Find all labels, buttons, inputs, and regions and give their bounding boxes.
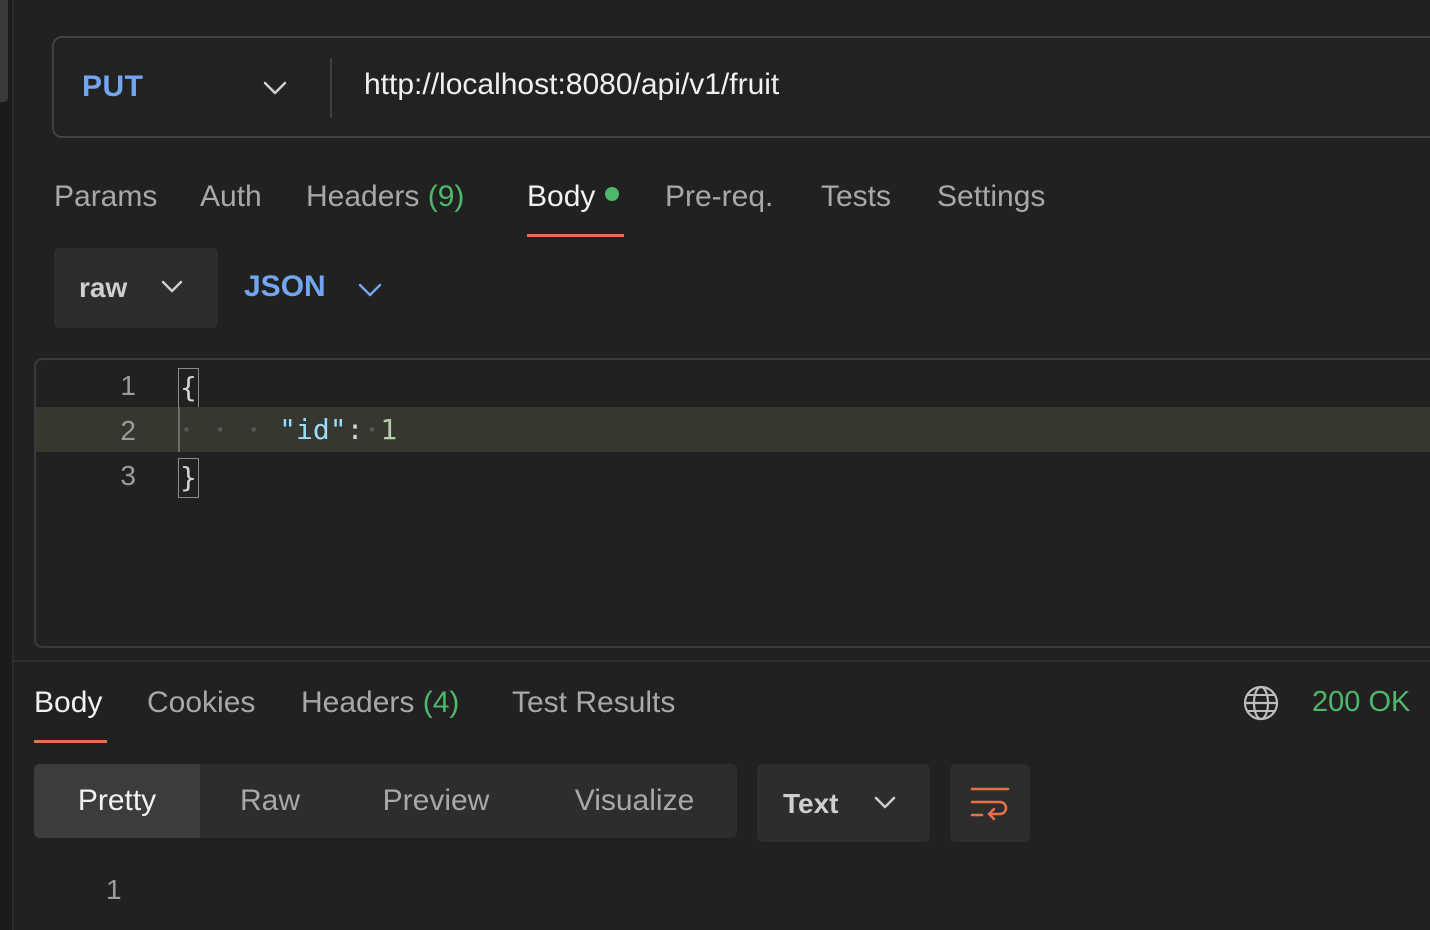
method-select[interactable]: PUT [82,70,144,104]
space-marker: · [363,413,381,446]
tab-body[interactable]: Body [527,180,620,214]
body-code-editor[interactable]: 1 { 2 · · · "id":·1 3 } [34,358,1430,648]
view-raw-button[interactable]: Raw [200,764,340,838]
tab-label: Body [34,686,103,719]
view-pretty-button[interactable]: Pretty [34,764,200,838]
chevron-down-icon[interactable] [357,280,383,300]
line-code: } [178,458,199,498]
tab-params[interactable]: Params [54,180,157,214]
tab-label: Headers [306,180,420,213]
chevron-down-icon [874,796,896,809]
url-input[interactable]: http://localhost:8080/api/v1/fruit [364,68,779,102]
json-value: 1 [380,413,398,446]
body-mode-select[interactable]: raw [54,248,218,328]
line-code: · · · "id":·1 [178,413,397,446]
active-tab-underline [527,234,624,237]
editor-line: 3 } [36,452,1430,498]
tab-label: Settings [937,180,1046,213]
tab-headers[interactable]: Headers (9) [306,180,464,214]
globe-icon[interactable] [1242,684,1280,722]
headers-count: (4) [422,686,460,719]
view-preview-button[interactable]: Preview [340,764,532,838]
url-divider [330,58,332,118]
headers-count: (9) [427,180,465,213]
body-language-select[interactable]: JSON [244,270,326,304]
tab-label: Auth [200,180,262,213]
response-tab-headers[interactable]: Headers (4) [301,686,459,720]
tab-tests[interactable]: Tests [821,180,891,214]
tab-label: Test Results [512,686,676,719]
line-code: { [178,368,199,408]
chevron-down-icon [161,280,183,293]
tab-label: Pre-req. [665,180,774,213]
chevron-down-icon[interactable] [262,78,288,98]
wrap-lines-icon [970,787,1010,821]
open-brace: { [178,368,199,408]
response-tab-test-results[interactable]: Test Results [512,686,675,720]
json-key: "id" [279,413,347,446]
indent-whitespace: · · · [178,413,280,446]
view-visualize-button[interactable]: Visualize [532,764,737,838]
body-mode-label: raw [79,272,128,303]
line-number: 1 [120,370,136,401]
left-panel-edge [0,0,14,930]
modified-dot-icon [605,187,620,201]
response-status: 200 OK [1312,686,1411,718]
format-label: Text [783,788,839,819]
tab-settings[interactable]: Settings [937,180,1045,214]
editor-line: 1 { [36,362,1430,408]
tab-label: Tests [821,180,892,213]
request-editor-window: PUT http://localhost:8080/api/v1/fruit P… [0,0,1430,930]
view-mode-group: Pretty Raw Preview Visualize [34,764,737,838]
response-tab-body[interactable]: Body [34,686,102,720]
editor-line-active: 2 · · · "id":·1 [36,407,1430,452]
response-format-select[interactable]: Text [757,764,930,842]
close-brace: } [178,458,199,498]
url-bar: PUT http://localhost:8080/api/v1/fruit [52,36,1430,138]
line-number: 2 [120,415,136,446]
tab-label: Body [527,180,596,213]
tab-label: Cookies [147,686,256,719]
tab-label: Headers [301,686,415,719]
scrollbar-thumb[interactable] [0,0,8,102]
response-tab-cookies[interactable]: Cookies [147,686,255,720]
wrap-lines-button[interactable] [950,764,1030,842]
response-divider[interactable] [12,660,1430,662]
tab-pre-request[interactable]: Pre-req. [665,180,773,214]
response-line-number: 1 [106,874,122,905]
line-number: 3 [120,460,136,491]
tab-label: Params [54,180,158,213]
tab-auth[interactable]: Auth [200,180,262,214]
active-response-tab-underline [34,740,107,743]
json-colon: : [346,413,364,446]
